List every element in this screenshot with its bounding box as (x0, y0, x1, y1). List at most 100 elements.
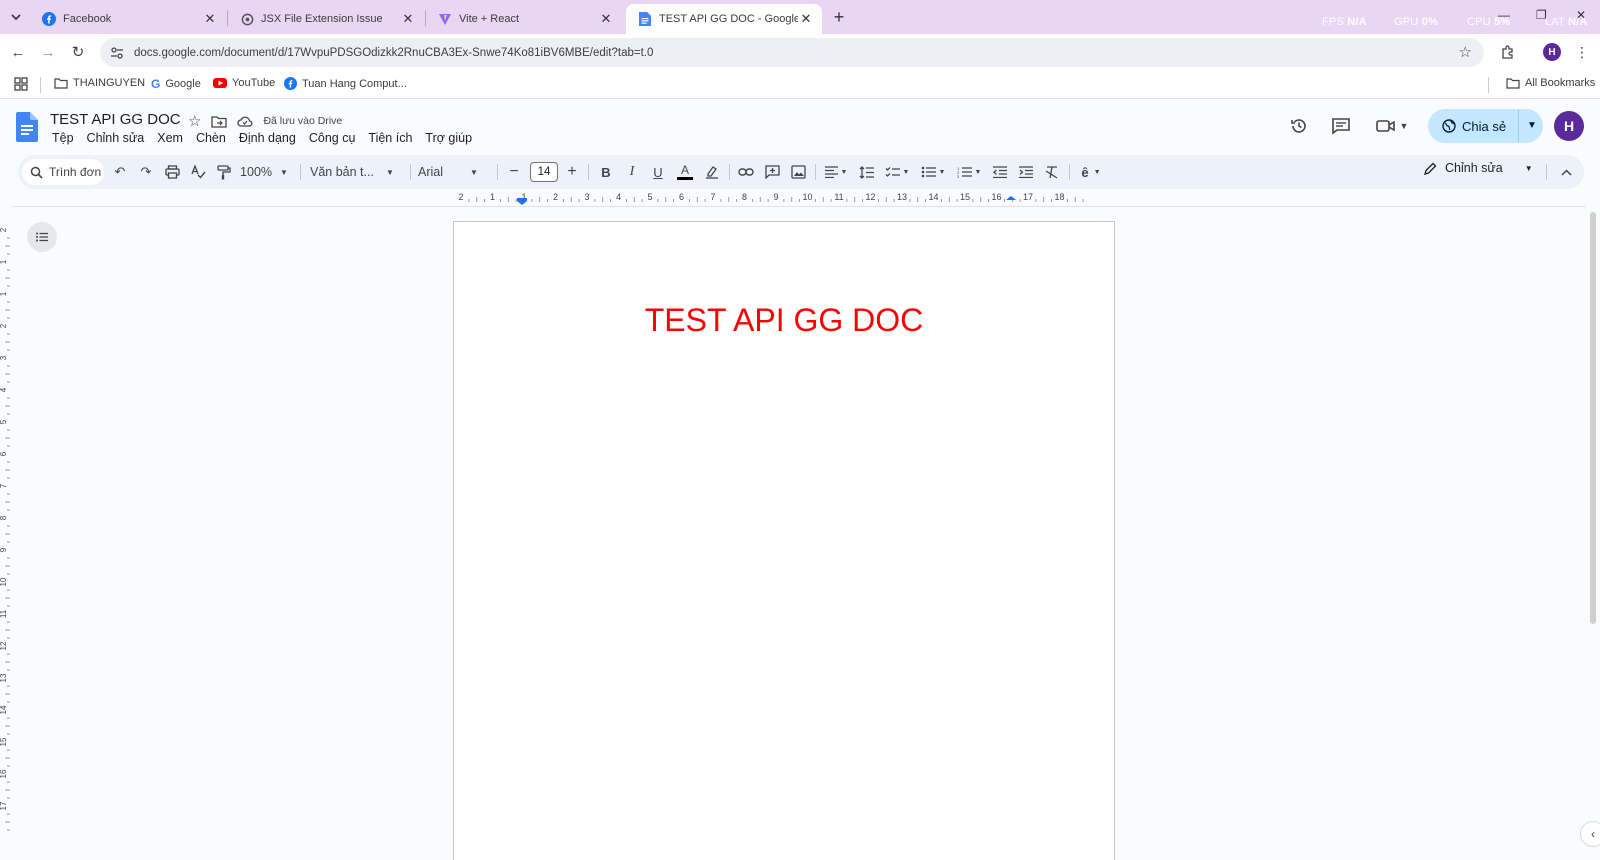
menu-extensions[interactable]: Tiện ích (368, 131, 412, 145)
bookmark-tuan-hang[interactable]: Tuan Hang Comput... (284, 77, 407, 90)
ruler-label: 1 (490, 192, 495, 202)
close-icon[interactable]: ✕ (798, 11, 814, 27)
document-page[interactable]: TEST API GG DOC (453, 221, 1115, 860)
toolbar-divider (1069, 164, 1070, 180)
tab-jsx-issue[interactable]: JSX File Extension Issue ✕ (228, 4, 424, 34)
italic-icon[interactable]: I (622, 161, 642, 183)
menu-insert[interactable]: Chèn (196, 131, 226, 145)
ruler-label: 12 (0, 641, 8, 650)
spellcheck-icon[interactable] (188, 161, 208, 183)
toolbar-divider (497, 164, 498, 180)
forward-button[interactable]: → (38, 42, 58, 62)
decrease-indent-icon[interactable] (990, 161, 1010, 183)
share-button[interactable]: Chia sẻ ▼ (1428, 109, 1543, 143)
bold-icon[interactable]: B (596, 161, 616, 183)
numbered-list-button[interactable]: 123 ▼ (954, 161, 984, 183)
ruler-label: 7 (0, 483, 8, 488)
menu-search[interactable]: Trình đơn (22, 159, 104, 185)
horizontal-ruler[interactable]: 2 1 1 2 3 4 5 6 7 8 9 10 11 12 13 14 15 16 17 18 (453, 191, 1115, 206)
bookmark-youtube[interactable]: YouTube (213, 77, 275, 89)
collapse-menus-icon[interactable] (1556, 161, 1576, 183)
star-icon[interactable]: ☆ (188, 112, 201, 130)
move-folder-icon[interactable] (211, 115, 228, 128)
underline-icon[interactable]: U (648, 161, 668, 183)
back-button[interactable]: ← (8, 42, 28, 62)
menu-view[interactable]: Xem (157, 131, 183, 145)
link-icon[interactable] (736, 161, 756, 183)
insert-image-icon[interactable] (788, 161, 808, 183)
paragraph-style-select[interactable]: Văn bản t... ▼ (310, 161, 402, 183)
align-button[interactable]: ▼ (822, 161, 850, 183)
menu-tools[interactable]: Công cụ (309, 131, 356, 145)
caret-down-icon[interactable]: ▼ (1527, 120, 1537, 131)
tab-title: Facebook (63, 13, 112, 25)
zoom-select[interactable]: 100% ▼ (238, 161, 290, 183)
share-label: Chia sẻ (1462, 118, 1507, 134)
tab-vite-react[interactable]: Vite + React ✕ (426, 4, 622, 34)
undo-icon[interactable]: ↶ (110, 161, 130, 183)
account-avatar[interactable]: H (1554, 111, 1584, 141)
menu-file[interactable]: Tệp (52, 131, 74, 145)
meet-button[interactable]: ▼ (1373, 115, 1411, 137)
restore-icon[interactable]: ❐ (1536, 8, 1547, 22)
close-icon[interactable]: ✕ (202, 11, 218, 27)
close-icon[interactable]: ✕ (400, 11, 416, 27)
search-icon (30, 166, 43, 179)
text-color-icon[interactable]: A (674, 161, 696, 183)
vertical-ruler[interactable]: 211234567891011121314151617 (0, 210, 14, 860)
ruler-label: 2 (458, 192, 463, 202)
side-panel-toggle[interactable]: ‹ (1580, 821, 1600, 847)
comments-icon[interactable] (1329, 115, 1353, 137)
apps-icon[interactable] (14, 77, 28, 91)
address-bar[interactable]: docs.google.com/document/d/17WvpuPDSGOdi… (100, 38, 1484, 67)
menu-edit[interactable]: Chỉnh sửa (87, 131, 145, 145)
document-heading[interactable]: TEST API GG DOC (454, 302, 1114, 339)
increase-font-size-icon[interactable]: + (564, 161, 580, 183)
checklist-icon (885, 167, 900, 177)
line-spacing-icon[interactable] (856, 161, 876, 183)
menu-bar: Tệp Chỉnh sửa Xem Chèn Định dạng Công cụ… (52, 131, 485, 145)
document-outline-button[interactable] (27, 222, 57, 252)
redo-icon[interactable]: ↷ (136, 161, 156, 183)
checklist-button[interactable]: ▼ (882, 161, 912, 183)
print-icon[interactable] (162, 161, 182, 183)
input-tools-button[interactable]: ê ▼ (1076, 161, 1106, 183)
vite-icon (438, 12, 452, 26)
highlight-icon[interactable] (702, 161, 722, 183)
profile-avatar[interactable]: H (1543, 43, 1561, 61)
tab-search-button[interactable] (6, 7, 26, 27)
editing-mode-select[interactable]: Chỉnh sửa ▼ (1424, 161, 1533, 175)
bookmark-star-icon[interactable]: ☆ (1459, 43, 1472, 61)
all-bookmarks[interactable]: All Bookmarks (1506, 77, 1595, 89)
align-left-icon (824, 166, 838, 178)
tab-google-doc[interactable]: TEST API GG DOC - Google Tài l ✕ (626, 4, 822, 34)
font-size-input[interactable]: 14 (530, 162, 558, 182)
paint-format-icon[interactable] (214, 161, 234, 183)
close-icon[interactable]: ✕ (598, 11, 614, 27)
cloud-saved-icon[interactable] (237, 115, 253, 127)
bookmark-google[interactable]: G Google (151, 77, 201, 91)
font-family-select[interactable]: Arial ▼ (418, 161, 490, 183)
add-comment-icon[interactable] (762, 161, 782, 183)
extensions-icon[interactable] (1498, 42, 1518, 62)
menu-format[interactable]: Định dạng (239, 131, 296, 145)
google-docs-icon[interactable] (16, 112, 38, 145)
vertical-scrollbar[interactable] (1590, 212, 1596, 624)
new-tab-button[interactable]: + (829, 7, 849, 27)
tab-facebook[interactable]: Facebook ✕ (30, 4, 226, 34)
more-menu-icon[interactable]: ⋮ (1572, 42, 1592, 62)
reload-button[interactable]: ↻ (68, 42, 88, 62)
window-close-icon[interactable]: ✕ (1576, 8, 1586, 22)
minimize-icon[interactable]: — (1498, 8, 1510, 22)
clear-formatting-icon[interactable] (1042, 161, 1062, 183)
version-history-icon[interactable] (1287, 115, 1311, 137)
gpu-readout: GPU 0% (1394, 16, 1439, 28)
document-title[interactable]: TEST API GG DOC (50, 111, 181, 128)
menu-help[interactable]: Trợ giúp (425, 131, 472, 145)
site-info-icon[interactable] (110, 46, 126, 59)
decrease-font-size-icon[interactable]: − (506, 161, 522, 183)
bookmark-thainguyen[interactable]: THAINGUYEN (54, 77, 145, 89)
bulleted-list-button[interactable]: ▼ (918, 161, 948, 183)
increase-indent-icon[interactable] (1016, 161, 1036, 183)
ruler-label: 14 (928, 192, 938, 202)
